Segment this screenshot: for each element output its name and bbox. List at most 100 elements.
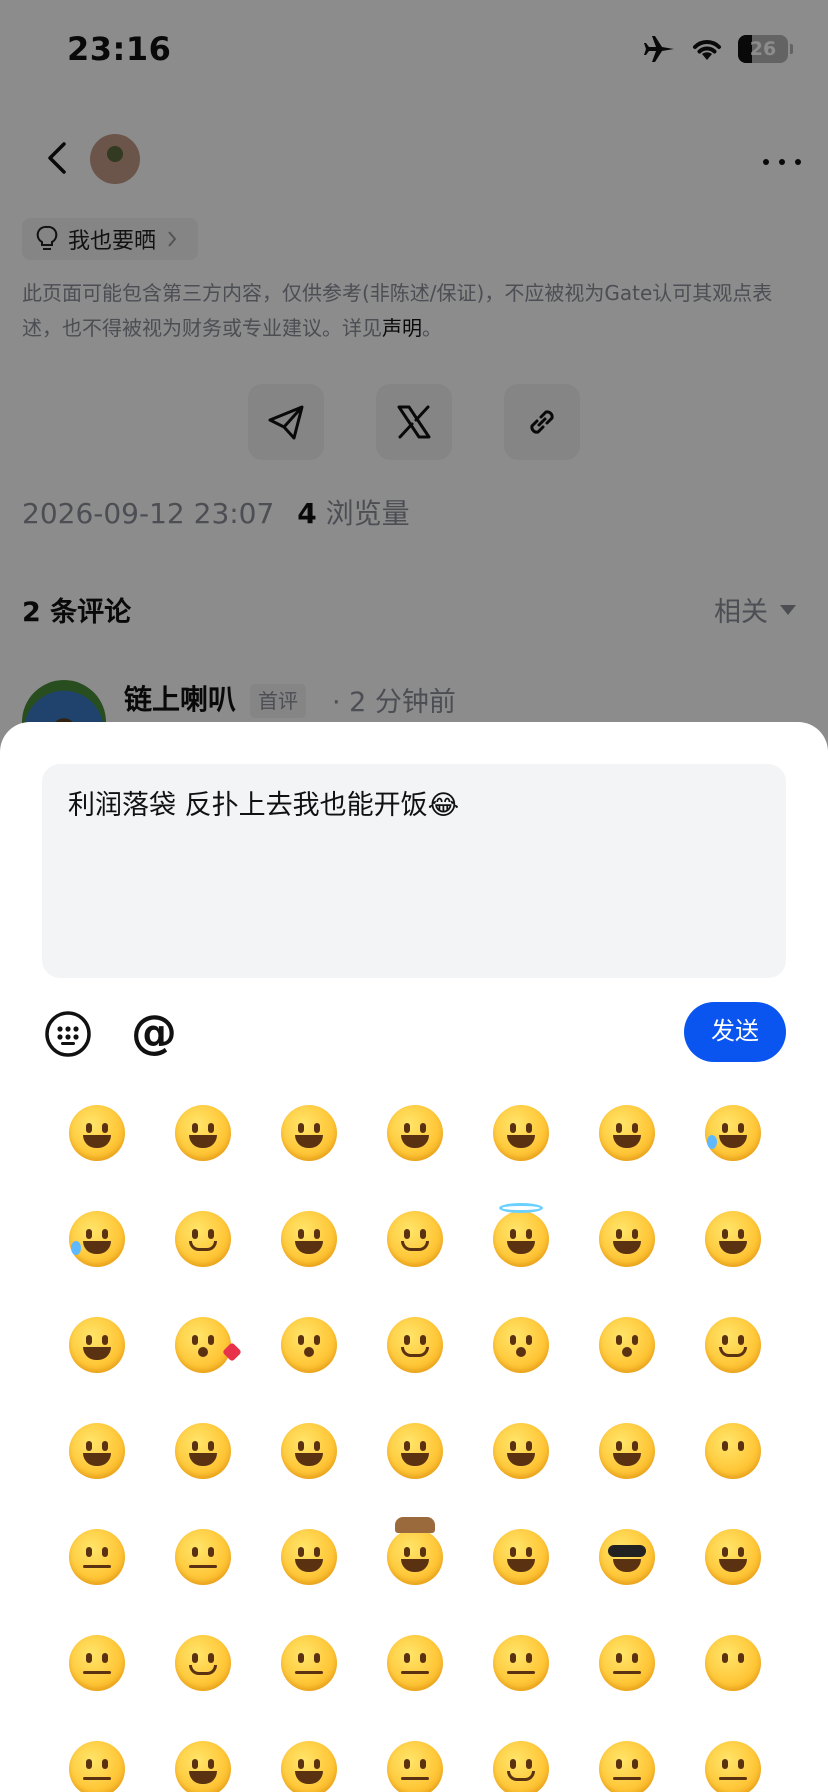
sunglasses-emoji-icon [599, 1529, 655, 1585]
joy-emoji-icon [69, 1211, 125, 1267]
emoji-zipper-mouth[interactable] [256, 1610, 362, 1716]
grimacing-emoji-icon [281, 1741, 337, 1792]
drooling-emoji-icon [281, 1529, 337, 1585]
emoji-cowboy[interactable] [362, 1504, 468, 1610]
lying-emoji-icon [387, 1741, 443, 1792]
kissing-heart-emoji-icon [175, 1317, 242, 1373]
emoji-hugging[interactable] [574, 1398, 680, 1504]
emoji-raised-eyebrow[interactable] [362, 1610, 468, 1716]
smile-emoji-icon [281, 1105, 337, 1161]
hugging-emoji-icon [599, 1423, 655, 1479]
emoji-kissing[interactable] [256, 1292, 362, 1398]
emoji-rofl[interactable] [680, 1080, 786, 1186]
grinning-emoji-icon [69, 1105, 125, 1161]
emoji-smile[interactable] [256, 1080, 362, 1186]
unamused-emoji-icon [69, 1741, 125, 1792]
emoji-grimacing[interactable] [256, 1716, 362, 1792]
emoji-no-mouth[interactable] [680, 1610, 786, 1716]
squinting-tongue-emoji-icon [493, 1423, 549, 1479]
emoji-sweat-smile[interactable] [574, 1080, 680, 1186]
composer-toolbar: @ 发送 [0, 1002, 828, 1066]
emoji-joy[interactable] [44, 1186, 150, 1292]
kissing-emoji-icon [281, 1317, 337, 1373]
emoji-thinking[interactable] [150, 1504, 256, 1610]
laughing-emoji-icon [493, 1105, 549, 1161]
emoji-sleepy[interactable] [680, 1716, 786, 1792]
blush-emoji-icon [387, 1211, 443, 1267]
emoji-unamused[interactable] [44, 1716, 150, 1792]
emoji-relaxed[interactable] [362, 1292, 468, 1398]
emoji-hand-over-mouth[interactable] [680, 1398, 786, 1504]
upside-down-emoji-icon [175, 1635, 231, 1691]
emoji-kissing-closed-eyes[interactable] [468, 1292, 574, 1398]
winking-tongue-emoji-icon [281, 1423, 337, 1479]
partying-emoji-icon [493, 1529, 549, 1585]
emoji-relieved[interactable] [468, 1716, 574, 1792]
monocle-emoji-icon [69, 1635, 125, 1691]
kissing-closed-eyes-emoji-icon [493, 1317, 549, 1373]
grin-emoji-icon [387, 1105, 443, 1161]
raised-eyebrow-emoji-icon [387, 1635, 443, 1691]
star-struck-emoji-icon [69, 1317, 125, 1373]
zany-emoji-icon [387, 1423, 443, 1479]
mention-button[interactable]: @ [128, 1006, 180, 1058]
comment-input[interactable]: 利润落袋 反扑上去我也能开饭😂 [42, 764, 786, 978]
emoji-monocle[interactable] [44, 1610, 150, 1716]
comment-composer-sheet: 利润落袋 反扑上去我也能开饭😂 @ 发送 [0, 722, 828, 1792]
thinking-emoji-icon [175, 1529, 231, 1585]
shushing-emoji-icon [69, 1529, 125, 1585]
relaxed-emoji-icon [387, 1317, 443, 1373]
emoji-grin[interactable] [362, 1080, 468, 1186]
send-button[interactable]: 发送 [684, 1002, 786, 1062]
emoji-shushing[interactable] [44, 1504, 150, 1610]
emoji-nerd[interactable] [680, 1504, 786, 1610]
emoji-smirk[interactable] [680, 1292, 786, 1398]
emoji-zany[interactable] [362, 1398, 468, 1504]
emoji-tongue[interactable] [150, 1398, 256, 1504]
emoji-winking-tongue[interactable] [256, 1398, 362, 1504]
emoji-innocent[interactable] [468, 1186, 574, 1292]
emoji-kissing-smiling-eyes[interactable] [574, 1292, 680, 1398]
expressionless-emoji-icon [599, 1635, 655, 1691]
emoji-neutral[interactable] [468, 1610, 574, 1716]
innocent-emoji-icon [493, 1203, 549, 1267]
emoji-upside-down[interactable] [150, 1610, 256, 1716]
slight-smile-emoji-icon [175, 1211, 231, 1267]
emoji-lying[interactable] [362, 1716, 468, 1792]
rolling-eyes-emoji-icon [175, 1741, 231, 1792]
emoji-partying[interactable] [468, 1504, 574, 1610]
neutral-emoji-icon [493, 1635, 549, 1691]
emoji-expressionless[interactable] [574, 1610, 680, 1716]
emoji-blush[interactable] [362, 1186, 468, 1292]
smirk-emoji-icon [705, 1317, 761, 1373]
emoji-drooling[interactable] [256, 1504, 362, 1610]
comment-input-value: 利润落袋 反扑上去我也能开饭😂 [68, 790, 460, 821]
emoji-slight-smile[interactable] [150, 1186, 256, 1292]
emoji-laughing[interactable] [468, 1080, 574, 1186]
nerd-emoji-icon [705, 1529, 761, 1585]
emoji-wink[interactable] [256, 1186, 362, 1292]
rofl-emoji-icon [705, 1105, 761, 1161]
no-mouth-emoji-icon [705, 1635, 761, 1691]
emoji-grinning[interactable] [44, 1080, 150, 1186]
cowboy-emoji-icon [387, 1517, 443, 1585]
emoji-squinting-tongue[interactable] [468, 1398, 574, 1504]
emoji-smiley[interactable] [150, 1080, 256, 1186]
emoji-rolling-eyes[interactable] [150, 1716, 256, 1792]
keyboard-toggle-icon[interactable] [44, 1010, 92, 1058]
emoji-kissing-heart[interactable] [150, 1292, 256, 1398]
hand-over-mouth-emoji-icon [705, 1423, 761, 1479]
emoji-yum[interactable] [44, 1398, 150, 1504]
tongue-emoji-icon [175, 1423, 231, 1479]
pensive-emoji-icon [599, 1741, 655, 1792]
emoji-pensive[interactable] [574, 1716, 680, 1792]
emoji-sunglasses[interactable] [574, 1504, 680, 1610]
smiling-hearts-emoji-icon [599, 1211, 655, 1267]
heart-eyes-emoji-icon [705, 1211, 761, 1267]
emoji-smiling-hearts[interactable] [574, 1186, 680, 1292]
emoji-heart-eyes[interactable] [680, 1186, 786, 1292]
sweat-smile-emoji-icon [599, 1105, 655, 1161]
relieved-emoji-icon [493, 1741, 549, 1792]
emoji-star-struck[interactable] [44, 1292, 150, 1398]
emoji-picker [44, 1080, 788, 1792]
